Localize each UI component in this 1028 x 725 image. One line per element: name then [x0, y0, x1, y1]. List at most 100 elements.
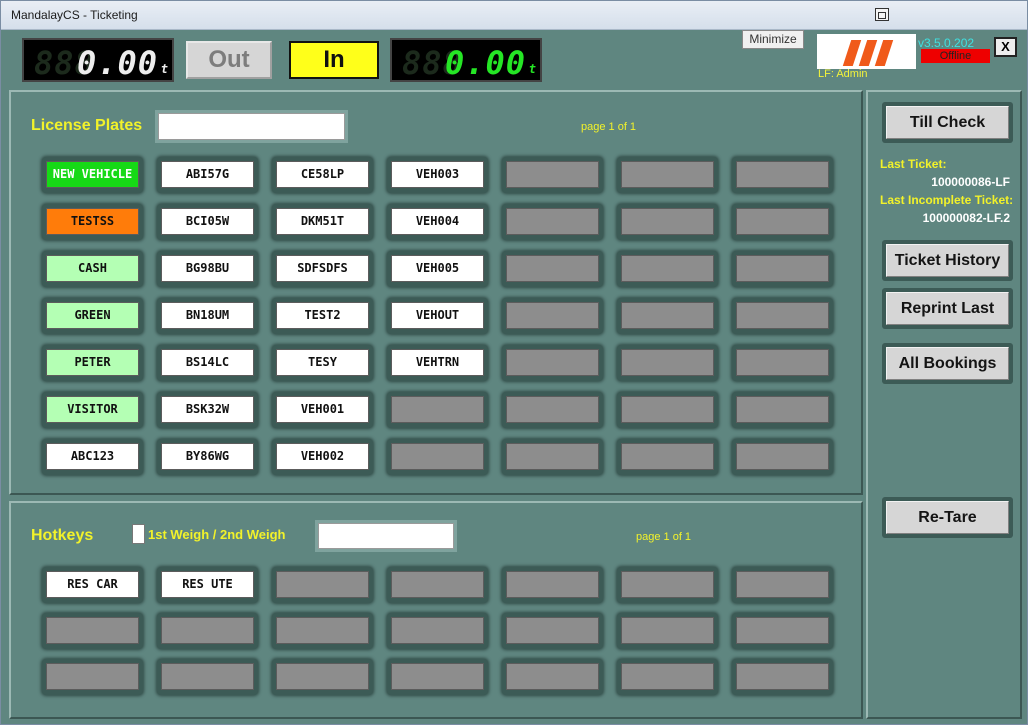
- empty-grid-button[interactable]: [617, 659, 718, 695]
- grid-button[interactable]: DKM51T: [272, 204, 373, 240]
- last-incomplete-value: 100000082-LF.2: [922, 211, 1010, 225]
- grid-button-label: [621, 161, 714, 188]
- empty-grid-button[interactable]: [617, 251, 718, 287]
- grid-button[interactable]: CASH: [42, 251, 143, 287]
- empty-grid-button[interactable]: [732, 567, 833, 603]
- empty-grid-button[interactable]: [732, 204, 833, 240]
- empty-grid-button[interactable]: [732, 439, 833, 475]
- hotkeys-panel: Hotkeys 1st Weigh / 2nd Weigh page 1 of …: [9, 501, 863, 719]
- grid-button[interactable]: TESY: [272, 345, 373, 381]
- empty-grid-button[interactable]: [732, 659, 833, 695]
- grid-button[interactable]: ABC123: [42, 439, 143, 475]
- grid-button[interactable]: VISITOR: [42, 392, 143, 428]
- empty-grid-button[interactable]: [617, 392, 718, 428]
- minimize-button[interactable]: Minimize: [742, 30, 804, 49]
- empty-grid-button[interactable]: [502, 659, 603, 695]
- grid-button[interactable]: BS14LC: [157, 345, 258, 381]
- grid-button[interactable]: VEH003: [387, 157, 488, 193]
- grid-button-label: [736, 396, 829, 423]
- empty-grid-button[interactable]: [502, 157, 603, 193]
- grid-button[interactable]: VEH001: [272, 392, 373, 428]
- empty-grid-button[interactable]: [387, 613, 488, 649]
- close-button[interactable]: X: [994, 37, 1017, 57]
- empty-grid-button[interactable]: [617, 345, 718, 381]
- grid-button[interactable]: BCI05W: [157, 204, 258, 240]
- grid-button[interactable]: NEW VEHICLE: [42, 157, 143, 193]
- empty-grid-button[interactable]: [617, 439, 718, 475]
- out-button[interactable]: Out: [186, 41, 272, 79]
- in-button[interactable]: In: [289, 41, 379, 79]
- grid-button-label: [391, 663, 484, 690]
- empty-grid-button[interactable]: [617, 567, 718, 603]
- empty-grid-button[interactable]: [387, 439, 488, 475]
- grid-button[interactable]: RES UTE: [157, 567, 258, 603]
- grid-button-label: [621, 255, 714, 282]
- grid-button-label: [276, 617, 369, 644]
- grid-button-label: [391, 571, 484, 598]
- restore-icon[interactable]: [875, 8, 889, 21]
- grid-button[interactable]: TEST2: [272, 298, 373, 334]
- grid-button[interactable]: SDFSDFS: [272, 251, 373, 287]
- empty-grid-button[interactable]: [42, 613, 143, 649]
- empty-grid-button[interactable]: [732, 251, 833, 287]
- license-plate-search-input[interactable]: [158, 113, 345, 140]
- empty-grid-button[interactable]: [502, 439, 603, 475]
- grid-button[interactable]: BN18UM: [157, 298, 258, 334]
- hotkey-search-input[interactable]: [318, 523, 454, 549]
- window-title: MandalayCS - Ticketing: [11, 8, 138, 22]
- empty-grid-button[interactable]: [732, 613, 833, 649]
- empty-grid-button[interactable]: [272, 567, 373, 603]
- all-bookings-button[interactable]: All Bookings: [882, 343, 1013, 384]
- empty-grid-button[interactable]: [732, 157, 833, 193]
- grid-button[interactable]: BG98BU: [157, 251, 258, 287]
- empty-grid-button[interactable]: [387, 392, 488, 428]
- logo-stripe: [874, 40, 894, 66]
- empty-grid-button[interactable]: [387, 659, 488, 695]
- re-tare-button[interactable]: Re-Tare: [882, 497, 1013, 538]
- grid-button[interactable]: VEHOUT: [387, 298, 488, 334]
- empty-grid-button[interactable]: [732, 298, 833, 334]
- empty-grid-button[interactable]: [617, 298, 718, 334]
- empty-grid-button[interactable]: [502, 298, 603, 334]
- grid-button[interactable]: CE58LP: [272, 157, 373, 193]
- ticket-history-button[interactable]: Ticket History: [882, 240, 1013, 281]
- grid-button-label: [621, 349, 714, 376]
- grid-button[interactable]: PETER: [42, 345, 143, 381]
- grid-button-label: [736, 349, 829, 376]
- empty-grid-button[interactable]: [502, 251, 603, 287]
- grid-button[interactable]: ABI57G: [157, 157, 258, 193]
- empty-grid-button[interactable]: [157, 613, 258, 649]
- empty-grid-button[interactable]: [617, 613, 718, 649]
- grid-button-label: [391, 443, 484, 470]
- grid-button[interactable]: VEH002: [272, 439, 373, 475]
- grid-button[interactable]: BSK32W: [157, 392, 258, 428]
- grid-button[interactable]: TESTSS: [42, 204, 143, 240]
- grid-button[interactable]: RES CAR: [42, 567, 143, 603]
- empty-grid-button[interactable]: [272, 659, 373, 695]
- empty-grid-button[interactable]: [272, 613, 373, 649]
- weigh-mode-checkbox[interactable]: [132, 524, 145, 544]
- reprint-last-button[interactable]: Reprint Last: [882, 288, 1013, 329]
- empty-grid-button[interactable]: [502, 392, 603, 428]
- grid-button[interactable]: GREEN: [42, 298, 143, 334]
- empty-grid-button[interactable]: [157, 659, 258, 695]
- empty-grid-button[interactable]: [732, 345, 833, 381]
- grid-button-label: [736, 443, 829, 470]
- till-check-button[interactable]: Till Check: [882, 102, 1013, 143]
- empty-grid-button[interactable]: [502, 613, 603, 649]
- empty-grid-button[interactable]: [502, 345, 603, 381]
- empty-grid-button[interactable]: [732, 392, 833, 428]
- grid-button-label: [621, 396, 714, 423]
- empty-grid-button[interactable]: [617, 157, 718, 193]
- grid-button[interactable]: VEHTRN: [387, 345, 488, 381]
- grid-button[interactable]: BY86WG: [157, 439, 258, 475]
- empty-grid-button[interactable]: [502, 567, 603, 603]
- empty-grid-button[interactable]: [502, 204, 603, 240]
- company-logo: [817, 34, 916, 69]
- grid-button[interactable]: VEH005: [387, 251, 488, 287]
- empty-grid-button[interactable]: [387, 567, 488, 603]
- empty-grid-button[interactable]: [617, 204, 718, 240]
- grid-button[interactable]: VEH004: [387, 204, 488, 240]
- empty-grid-button[interactable]: [42, 659, 143, 695]
- grid-button-label: [621, 617, 714, 644]
